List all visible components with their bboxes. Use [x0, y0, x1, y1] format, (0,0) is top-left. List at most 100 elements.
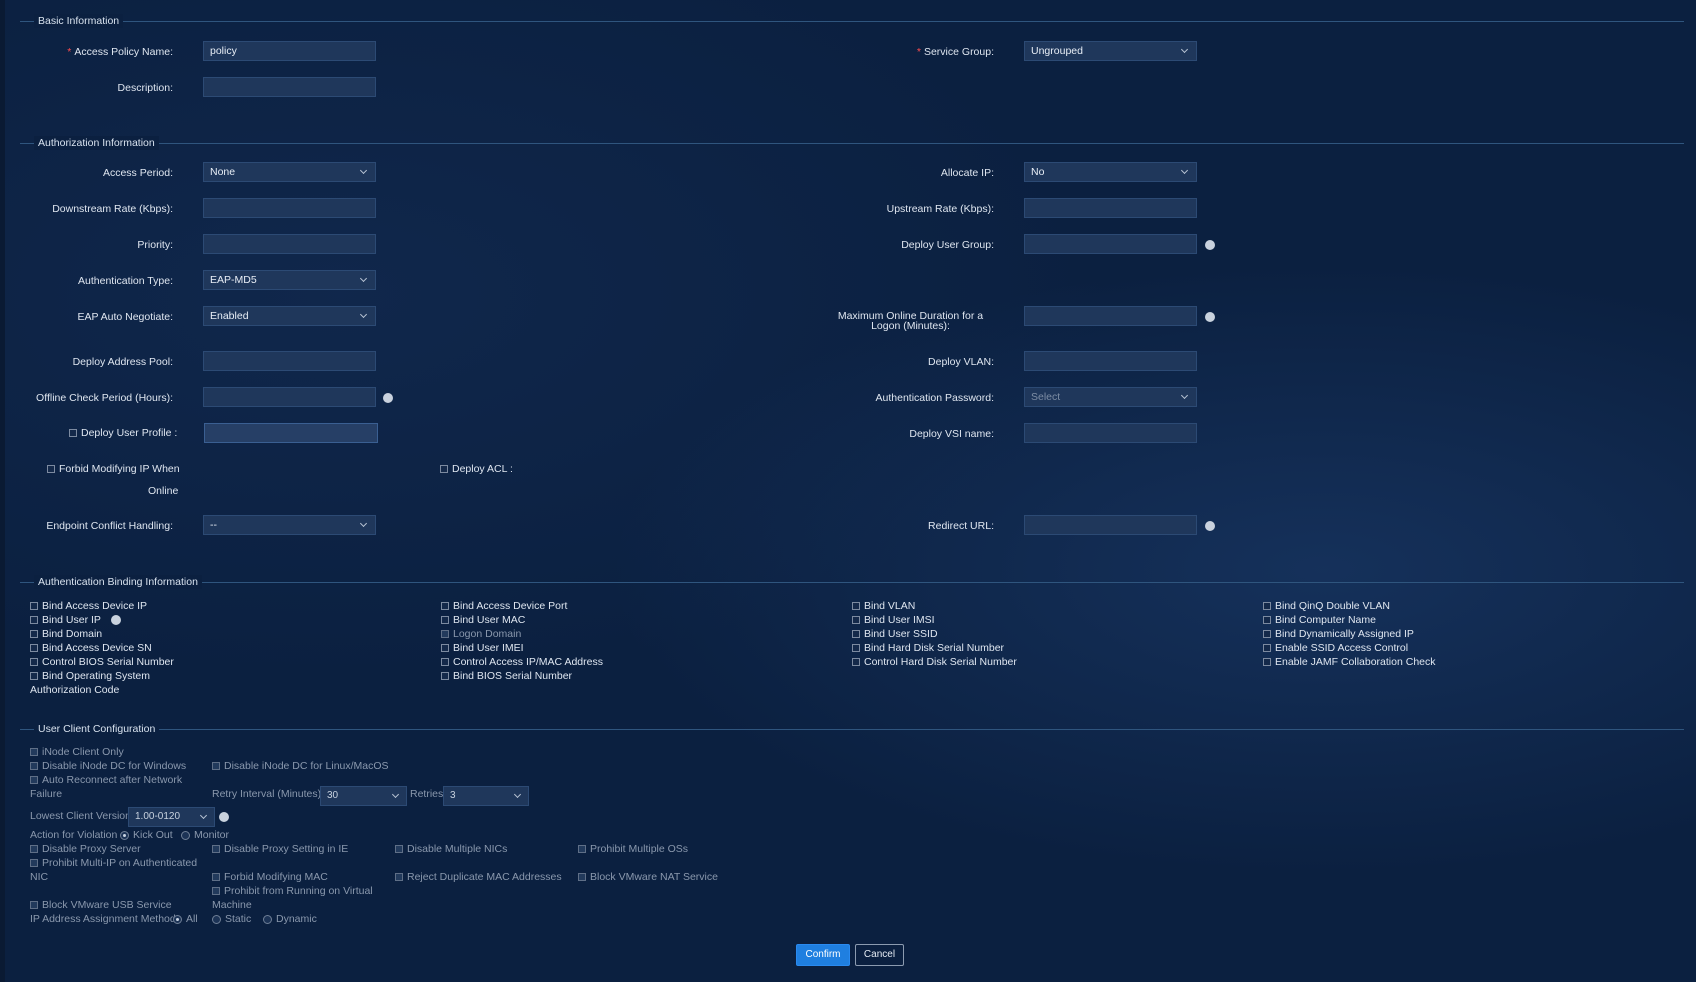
lowest-client-version-label: Lowest Client Version — [30, 810, 131, 822]
authentication-type-select[interactable]: EAP-MD5 — [203, 270, 376, 290]
retry-interval-label: Retry Interval (Minutes) — [212, 788, 322, 800]
bind-qinq-double-vlan-checkbox[interactable]: Bind QinQ Double VLAN — [1263, 600, 1390, 612]
deploy-user-profile-input[interactable] — [204, 423, 378, 443]
control-hard-disk-serial-checkbox[interactable]: Control Hard Disk Serial Number — [852, 656, 1017, 668]
kick-out-radio[interactable]: Kick Out — [120, 829, 173, 841]
deploy-vsi-name-label: Deploy VSI name: — [909, 428, 994, 440]
disable-proxy-ie-checkbox[interactable]: Disable Proxy Setting in IE — [212, 843, 348, 855]
info-icon[interactable] — [1205, 240, 1215, 250]
forbid-modifying-ip-checkbox[interactable]: Forbid Modifying IP When — [47, 463, 180, 475]
prohibit-multi-ip-checkbox[interactable]: Prohibit Multi-IP on Authenticated — [30, 857, 197, 869]
bind-hard-disk-serial-checkbox[interactable]: Bind Hard Disk Serial Number — [852, 642, 1004, 654]
deploy-vlan-label: Deploy VLAN: — [928, 356, 994, 368]
reject-duplicate-mac-checkbox[interactable]: Reject Duplicate MAC Addresses — [395, 871, 562, 883]
deploy-user-group-input[interactable] — [1024, 234, 1197, 254]
access-period-select[interactable]: None — [203, 162, 376, 182]
auto-reconnect-checkbox[interactable]: Auto Reconnect after Network — [30, 774, 182, 786]
eap-auto-negotiate-select[interactable]: Enabled — [203, 306, 376, 326]
max-online-duration-input[interactable] — [1024, 306, 1197, 326]
bind-operating-system-label-line2: Authorization Code — [30, 684, 120, 696]
ip-dynamic-radio[interactable]: Dynamic — [263, 913, 317, 925]
block-vmware-nat-checkbox[interactable]: Block VMware NAT Service — [578, 871, 718, 883]
downstream-rate-input[interactable] — [203, 198, 376, 218]
info-icon[interactable] — [110, 615, 121, 625]
cancel-button[interactable]: Cancel — [855, 944, 904, 966]
retry-interval-select[interactable]: 30 — [320, 786, 407, 806]
disable-multiple-nics-checkbox[interactable]: Disable Multiple NICs — [395, 843, 507, 855]
info-icon[interactable] — [219, 812, 229, 822]
ip-assignment-method-label: IP Address Assignment Method — [30, 913, 176, 925]
bind-user-imei-checkbox[interactable]: Bind User IMEI — [441, 642, 524, 654]
prohibit-multi-ip-label-line2: NIC — [30, 871, 49, 883]
offline-check-period-label: Offline Check Period (Hours): — [36, 392, 173, 404]
logon-domain-checkbox[interactable]: Logon Domain — [441, 628, 521, 640]
access-period-label: Access Period: — [102, 167, 173, 179]
policy-form-page: Basic Information * Access Policy Name: p… — [0, 0, 1696, 982]
deploy-vsi-name-input[interactable] — [1024, 423, 1197, 443]
ip-static-radio[interactable]: Static — [212, 913, 251, 925]
upstream-rate-label: Upstream Rate (Kbps): — [886, 203, 994, 215]
prohibit-virtual-machine-checkbox[interactable]: Prohibit from Running on Virtual — [212, 885, 373, 897]
redirect-url-label: Redirect URL: — [928, 520, 994, 532]
bind-user-imsi-checkbox[interactable]: Bind User IMSI — [852, 614, 935, 626]
control-access-ip-mac-checkbox[interactable]: Control Access IP/MAC Address — [441, 656, 603, 668]
priority-input[interactable] — [203, 234, 376, 254]
bind-computer-name-checkbox[interactable]: Bind Computer Name — [1263, 614, 1376, 626]
checkbox-box[interactable] — [69, 429, 77, 437]
disable-inode-dc-linux-checkbox[interactable]: Disable iNode DC for Linux/MacOS — [212, 760, 389, 772]
description-input[interactable] — [203, 77, 376, 97]
info-icon[interactable] — [1205, 521, 1215, 531]
enable-ssid-access-control-checkbox[interactable]: Enable SSID Access Control — [1263, 642, 1408, 654]
info-icon[interactable] — [383, 393, 393, 403]
bind-access-device-port-checkbox[interactable]: Bind Access Device Port — [441, 600, 567, 612]
auto-reconnect-label-line2: Failure — [30, 788, 63, 800]
section-title: User Client Configuration — [34, 722, 160, 736]
section-authentication-binding: Authentication Binding Information — [20, 575, 1684, 589]
action-for-violation-label: Action for Violation — [30, 829, 118, 841]
block-vmware-usb-checkbox[interactable]: Block VMware USB Service — [30, 899, 172, 911]
disable-inode-dc-windows-checkbox[interactable]: Disable iNode DC for Windows — [30, 760, 186, 772]
access-policy-name-input[interactable]: policy — [203, 41, 376, 61]
disable-proxy-server-checkbox[interactable]: Disable Proxy Server — [30, 843, 141, 855]
service-group-label: * Service Group: — [916, 46, 994, 58]
ip-all-radio[interactable]: All — [173, 913, 198, 925]
retries-select[interactable]: 3 — [443, 786, 529, 806]
bind-user-ssid-checkbox[interactable]: Bind User SSID — [852, 628, 938, 640]
deploy-address-pool-label: Deploy Address Pool: — [72, 356, 173, 368]
forbid-modifying-mac-checkbox[interactable]: Forbid Modifying MAC — [212, 871, 328, 883]
bind-user-mac-checkbox[interactable]: Bind User MAC — [441, 614, 525, 626]
upstream-rate-input[interactable] — [1024, 198, 1197, 218]
offline-check-period-input[interactable] — [203, 387, 376, 407]
prohibit-multiple-os-checkbox[interactable]: Prohibit Multiple OSs — [578, 843, 688, 855]
authentication-password-select[interactable]: Select — [1024, 387, 1197, 407]
bind-dynamically-assigned-ip-checkbox[interactable]: Bind Dynamically Assigned IP — [1263, 628, 1414, 640]
inode-client-only-checkbox[interactable]: iNode Client Only — [30, 746, 124, 758]
deploy-address-pool-input[interactable] — [203, 351, 376, 371]
bind-vlan-checkbox[interactable]: Bind VLAN — [852, 600, 915, 612]
control-bios-serial-number-checkbox[interactable]: Control BIOS Serial Number — [30, 656, 174, 668]
confirm-button[interactable]: Confirm — [796, 944, 850, 966]
checkbox-box[interactable] — [47, 465, 55, 473]
enable-jamf-collaboration-checkbox[interactable]: Enable JAMF Collaboration Check — [1263, 656, 1436, 668]
deploy-vlan-input[interactable] — [1024, 351, 1197, 371]
checkbox-box[interactable] — [440, 465, 448, 473]
retries-label: Retries — [410, 788, 444, 800]
eap-auto-negotiate-label: EAP Auto Negotiate: — [77, 311, 173, 323]
endpoint-conflict-handling-select[interactable]: -- — [203, 515, 376, 535]
bind-bios-serial-number-checkbox[interactable]: Bind BIOS Serial Number — [441, 670, 572, 682]
bind-access-device-ip-checkbox[interactable]: Bind Access Device IP — [30, 600, 147, 612]
bind-operating-system-checkbox[interactable]: Bind Operating System — [30, 670, 150, 682]
allocate-ip-select[interactable]: No — [1024, 162, 1197, 182]
left-border — [0, 0, 5, 982]
deploy-user-profile-checkbox[interactable]: Deploy User Profile : — [69, 427, 177, 439]
bind-user-ip-checkbox[interactable]: Bind User IP — [30, 614, 121, 626]
deploy-acl-checkbox[interactable]: Deploy ACL : — [440, 463, 513, 475]
service-group-select[interactable]: Ungrouped — [1024, 41, 1197, 61]
bind-access-device-sn-checkbox[interactable]: Bind Access Device SN — [30, 642, 152, 654]
lowest-client-version-input[interactable]: 1.00-0120 — [128, 807, 215, 827]
checkbox-label: Forbid Modifying IP When — [59, 463, 180, 475]
bind-domain-checkbox[interactable]: Bind Domain — [30, 628, 102, 640]
monitor-radio[interactable]: Monitor — [181, 829, 229, 841]
redirect-url-input[interactable] — [1024, 515, 1197, 535]
info-icon[interactable] — [1205, 312, 1215, 322]
